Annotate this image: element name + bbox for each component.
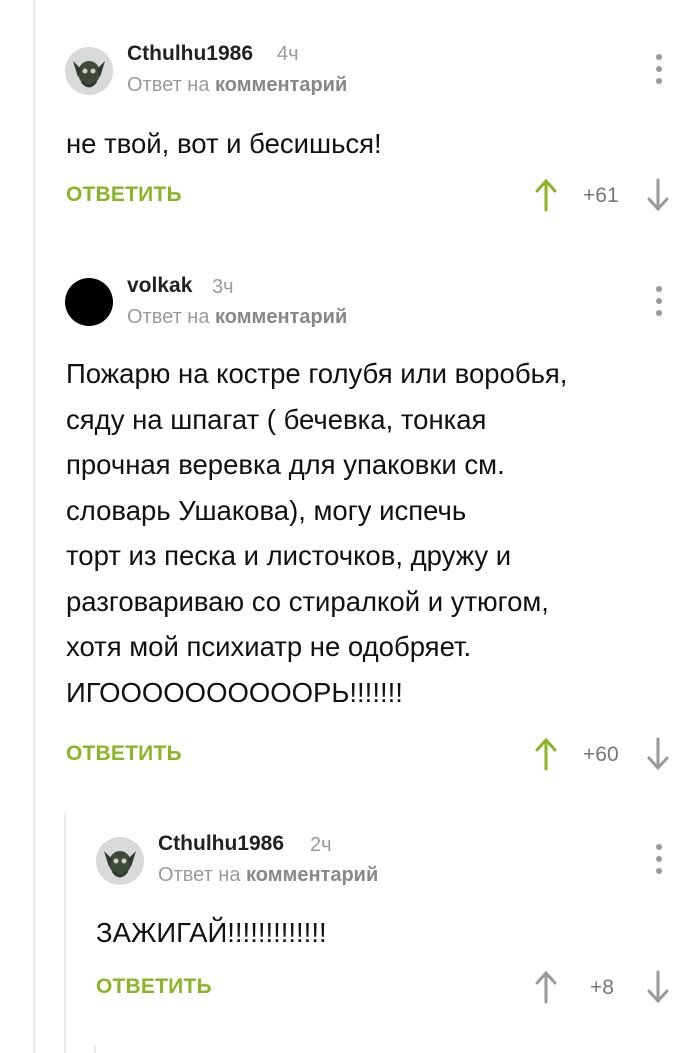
nested-thread-rail-2: [94, 1045, 96, 1053]
avatar[interactable]: [96, 837, 144, 885]
comment-text-line: хотя мой психиатр не одобряет.: [66, 631, 472, 662]
reply-to: Ответ на комментарий: [127, 306, 347, 329]
skull-avatar-icon: [96, 837, 144, 885]
comment-text-line: ЗАЖИГАЙ!!!!!!!!!!!!!: [96, 917, 327, 948]
nested-thread-rail: [64, 812, 66, 1053]
vote-score: +8: [590, 976, 614, 999]
avatar[interactable]: [65, 278, 113, 326]
reply-to-prefix: Ответ на: [127, 306, 210, 328]
more-vertical-icon[interactable]: [655, 54, 663, 84]
reply-to-prefix: Ответ на: [127, 74, 210, 96]
comment-text: Пожарю на костре голубя или воробья, сяд…: [66, 351, 567, 715]
reply-to-link[interactable]: комментарий: [215, 306, 347, 328]
author-name[interactable]: volkak: [127, 274, 192, 298]
arrow-up-icon[interactable]: [535, 737, 557, 771]
arrow-down-icon[interactable]: [647, 178, 669, 212]
reply-button[interactable]: ОТВЕТИТЬ: [96, 975, 212, 999]
comment-text: не твой, вот и бесишься!: [66, 121, 382, 167]
comment-text-line: прочная веревка для упаковки см.: [66, 449, 505, 480]
comment-time: 3ч: [212, 276, 234, 298]
author-name[interactable]: Cthulhu1986: [127, 42, 253, 66]
skull-avatar-icon: [65, 47, 113, 95]
comment-time: 4ч: [277, 43, 299, 65]
arrow-down-icon[interactable]: [647, 970, 669, 1004]
comment-text-line: не твой, вот и бесишься!: [66, 128, 382, 159]
comment-text-line: ИГООООООООООРЬ!!!!!!!: [66, 676, 403, 708]
more-vertical-icon[interactable]: [655, 286, 663, 316]
more-vertical-icon[interactable]: [655, 844, 663, 874]
arrow-down-icon[interactable]: [647, 737, 669, 771]
comment-text-line: разговариваю со стиралкой и утюгом,: [66, 585, 549, 617]
avatar[interactable]: [65, 47, 113, 95]
thread-rail: [33, 0, 35, 1053]
arrow-up-icon[interactable]: [535, 178, 557, 212]
comment-text-line: словарь Ушакова), могу испечь: [66, 494, 467, 526]
comment-time: 2ч: [310, 834, 332, 856]
reply-to-link[interactable]: комментарий: [215, 74, 347, 96]
reply-button[interactable]: ОТВЕТИТЬ: [66, 183, 182, 207]
vote-score: +61: [583, 184, 619, 207]
vote-score: +60: [583, 743, 619, 766]
author-name[interactable]: Cthulhu1986: [158, 832, 284, 856]
arrow-up-icon[interactable]: [535, 970, 557, 1004]
comment-text: ЗАЖИГАЙ!!!!!!!!!!!!!: [96, 910, 327, 956]
reply-to-link[interactable]: комментарий: [246, 864, 378, 886]
reply-button[interactable]: ОТВЕТИТЬ: [66, 742, 182, 766]
comment-text-line: Пожарю на костре голубя или воробья,: [66, 358, 568, 389]
comment-text-line: сяду на шпагат ( бечевка, тонкая: [66, 403, 487, 435]
comment-text-line: торт из песка и листочков, дружу и: [66, 540, 512, 571]
reply-to-prefix: Ответ на: [158, 864, 241, 886]
reply-to: Ответ на комментарий: [158, 864, 378, 887]
reply-to: Ответ на комментарий: [127, 74, 347, 97]
